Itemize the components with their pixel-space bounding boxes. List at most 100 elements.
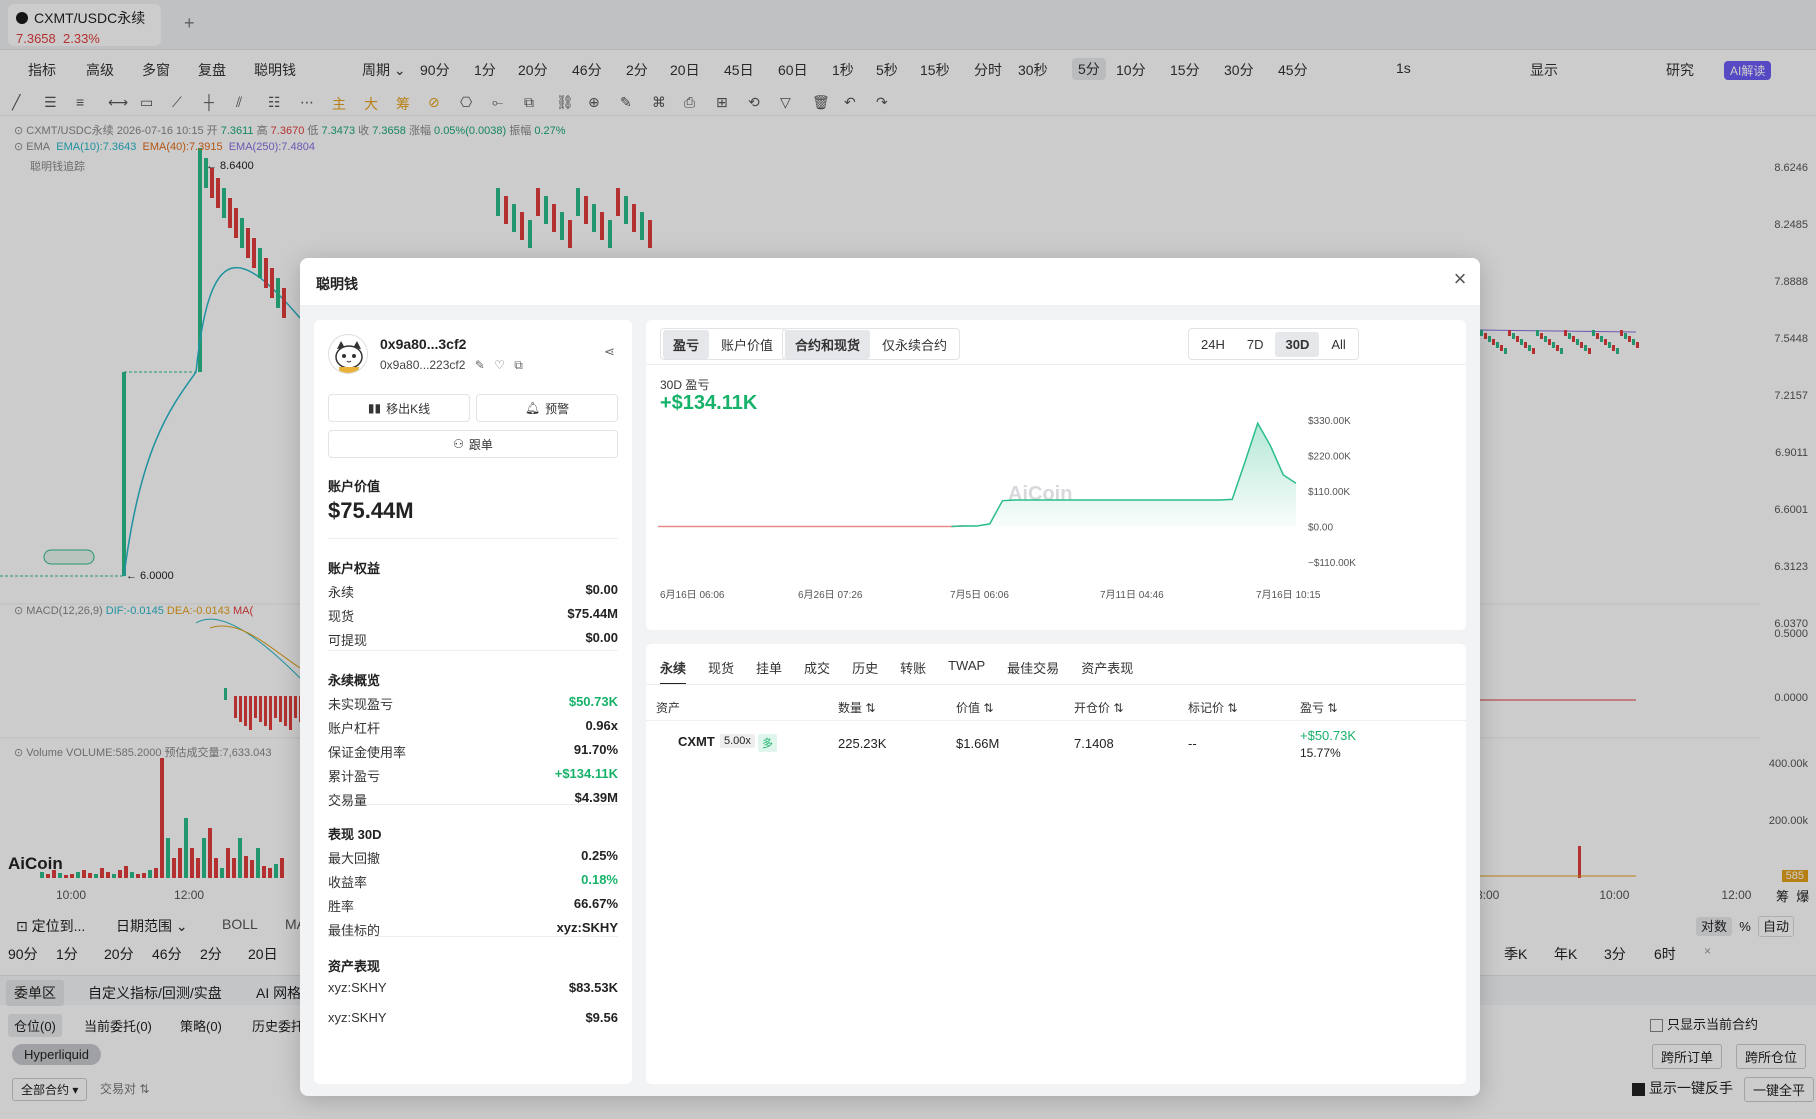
- smart-money-modal: 聪明钱 × 0x9a80...3cf2 0x9a80...223cf2 ✎ ♡ …: [300, 258, 1480, 1096]
- row-mark-price: --: [1188, 736, 1197, 751]
- heart-icon[interactable]: ♡: [494, 358, 505, 372]
- summary-row-label: 胜率: [328, 899, 355, 914]
- people-icon: ⚇: [453, 437, 464, 451]
- perp-overview-title: 永续概览: [328, 673, 381, 688]
- range-all[interactable]: All: [1321, 332, 1355, 357]
- row-pnl-pct: 15.77%: [1300, 746, 1341, 760]
- col-asset[interactable]: 资产: [656, 699, 680, 716]
- summary-row-label: xyz:SKHY: [328, 1010, 387, 1025]
- wallet-address-full: 0x9a80...223cf2 ✎ ♡ ⧉: [380, 358, 523, 372]
- summary-row-value: $75.44M: [567, 606, 618, 621]
- row-value: $1.66M: [956, 736, 1000, 751]
- positions-tab-8[interactable]: 资产表现: [1081, 658, 1133, 685]
- remove-from-kline-button[interactable]: ▮▮ 移出K线: [328, 394, 470, 422]
- avatar: [328, 334, 368, 374]
- col-entry-price[interactable]: 开仓价 ⇅: [1074, 699, 1123, 716]
- summary-row: 交易量 $4.39M: [328, 790, 618, 810]
- toggle-contracts-spot[interactable]: 合约和现货: [785, 329, 871, 359]
- summary-row-label: xyz:SKHY: [328, 980, 387, 995]
- summary-row-value: 66.67%: [573, 896, 618, 911]
- summary-row: 保证金使用率 91.70%: [328, 742, 618, 762]
- col-pnl[interactable]: 盈亏 ⇅: [1300, 699, 1337, 716]
- summary-row-value: 0.25%: [581, 848, 618, 863]
- copy-icon[interactable]: ⧉: [514, 358, 523, 372]
- summary-row: 未实现盈亏 $50.73K: [328, 694, 618, 714]
- summary-row: 胜率 66.67%: [328, 896, 618, 916]
- summary-row-value: 0.18%: [581, 872, 618, 887]
- col-value[interactable]: 价值 ⇅: [956, 699, 993, 716]
- positions-tab-7[interactable]: 最佳交易: [1007, 658, 1059, 685]
- row-entry-price: 7.1408: [1074, 736, 1114, 751]
- summary-row-label: 收益率: [328, 875, 368, 890]
- positions-panel: 永续 现货 挂单 成交 历史 转账 TWAP 最佳交易 资产表现 资产 数量 ⇅ 价值 ⇅ 开仓…: [646, 644, 1466, 1084]
- summary-row-value: 91.70%: [573, 742, 618, 757]
- row-pnl: +$50.73K: [1300, 728, 1357, 743]
- modal-title: 聪明钱: [316, 276, 358, 292]
- summary-row-label: 现货: [328, 609, 355, 624]
- range-7d[interactable]: 7D: [1237, 332, 1274, 357]
- equity-title: 账户权益: [328, 561, 381, 576]
- summary-row-label: 交易量: [328, 793, 368, 808]
- toggle-account-value[interactable]: 账户价值: [711, 330, 783, 359]
- summary-row: 账户杠杆 0.96x: [328, 718, 618, 738]
- copy-trade-button[interactable]: ⚇ 跟单: [328, 430, 618, 458]
- summary-row: xyz:SKHY $83.53K: [328, 980, 618, 1000]
- pnl-x-tick: 6月16日 06:06: [660, 589, 725, 601]
- summary-row-value: xyz:SKHY: [556, 920, 618, 935]
- range-30d[interactable]: 30D: [1275, 331, 1320, 357]
- pnl-y-tick: $110.00K: [1308, 487, 1350, 498]
- positions-tab-0[interactable]: 永续: [660, 658, 687, 685]
- col-mark-price[interactable]: 标记价 ⇅: [1188, 699, 1237, 716]
- account-value: $75.44M: [328, 498, 414, 523]
- positions-tab-1[interactable]: 现货: [708, 658, 734, 685]
- positions-tab-5[interactable]: 转账: [900, 658, 926, 685]
- summary-row: 可提现 $0.00: [328, 630, 618, 650]
- toggle-pnl[interactable]: 盈亏: [663, 329, 710, 359]
- summary-row: 现货 $75.44M: [328, 606, 618, 626]
- summary-row: 最大回撤 0.25%: [328, 848, 618, 868]
- pnl-x-tick: 6月26日 07:26: [798, 589, 863, 601]
- pnl-y-tick: $0.00: [1308, 523, 1333, 534]
- summary-row: 收益率 0.18%: [328, 872, 618, 892]
- toggle-perp-only[interactable]: 仅永续合约: [872, 330, 957, 359]
- summary-row-value: 0.96x: [585, 718, 618, 733]
- summary-row-label: 累计盈亏: [328, 769, 381, 784]
- summary-row-value: +$134.11K: [554, 766, 618, 781]
- positions-tab-4[interactable]: 历史: [852, 658, 878, 685]
- positions-tab-3[interactable]: 成交: [804, 658, 830, 685]
- alert-button[interactable]: 🔔︎ 预警: [476, 394, 618, 422]
- row-leverage: 5.00x: [720, 734, 755, 748]
- summary-row-value: $0.00: [585, 582, 618, 597]
- wallet-address: 0x9a80...3cf2: [380, 336, 467, 352]
- summary-row-value: $0.00: [585, 630, 618, 645]
- pnl-y-tick: −$110.00K: [1308, 558, 1356, 569]
- pnl-chart-panel: 盈亏 账户价值 合约和现货 仅永续合约 24H 7D 30D All 30D 盈…: [646, 320, 1466, 630]
- cat-avatar-icon: [329, 335, 367, 373]
- pnl-y-tick: $220.00K: [1308, 452, 1351, 463]
- metric-toggle: 盈亏 账户价值: [660, 328, 787, 360]
- positions-tab-2[interactable]: 挂单: [756, 658, 782, 685]
- close-icon[interactable]: ×: [1448, 268, 1472, 292]
- positions-tabs: 永续 现货 挂单 成交 历史 转账 TWAP 最佳交易 资产表现: [660, 658, 1133, 685]
- col-quantity[interactable]: 数量 ⇅: [838, 699, 875, 716]
- positions-tab-6[interactable]: TWAP: [948, 658, 985, 685]
- scope-toggle: 合约和现货 仅永续合约: [782, 328, 961, 360]
- table-row[interactable]: CXMT 5.00x 多 225.23K $1.66M 7.1408 -- +$…: [646, 724, 1466, 774]
- pnl-area-chart[interactable]: $330.00K $220.00K $110.00K $0.00 −$110.00K 6月…: [646, 380, 1466, 630]
- pnl-x-tick: 7月16日 10:15: [1256, 589, 1321, 601]
- pnl-y-tick: $330.00K: [1308, 416, 1351, 427]
- summary-row-label: 可提现: [328, 633, 368, 648]
- range-24h[interactable]: 24H: [1191, 332, 1235, 357]
- row-asset: CXMT: [678, 734, 715, 749]
- summary-row-label: 最佳标的: [328, 923, 381, 938]
- pnl-x-tick: 7月11日 04:46: [1100, 589, 1164, 601]
- modal-header: 聪明钱 ×: [300, 258, 1480, 306]
- summary-row-value: $4.39M: [574, 790, 618, 805]
- performance-title: 表现 30D: [328, 827, 382, 842]
- range-toggle: 24H 7D 30D All: [1188, 328, 1359, 360]
- pnl-line-flat: [658, 525, 965, 528]
- edit-icon[interactable]: ✎: [475, 358, 485, 372]
- share-icon[interactable]: ⋖: [604, 344, 615, 360]
- account-value-title: 账户价值: [328, 479, 381, 494]
- summary-row-value: $50.73K: [568, 694, 618, 709]
